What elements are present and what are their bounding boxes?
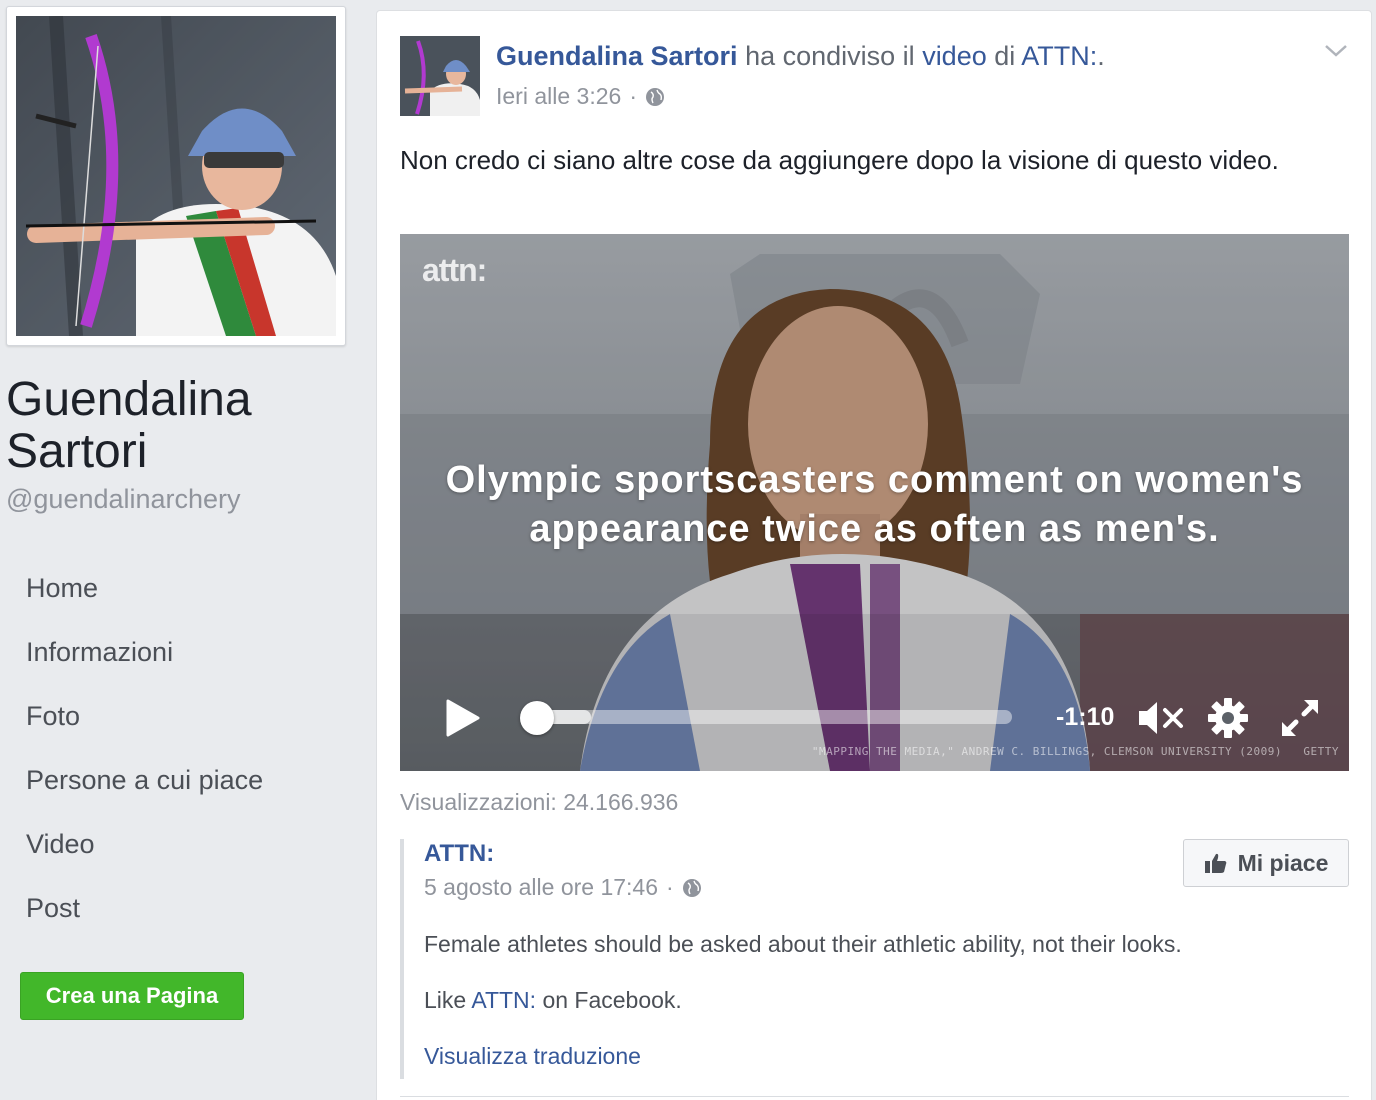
attn-watermark: attn: xyxy=(422,252,487,288)
nav-item-post[interactable]: Post xyxy=(26,878,263,942)
nav-item-informazioni[interactable]: Informazioni xyxy=(26,622,263,686)
view-count: Visualizzazioni: 24.166.936 xyxy=(400,789,679,815)
create-page-button[interactable]: Crea una Pagina xyxy=(20,972,244,1020)
nav-item-home[interactable]: Home xyxy=(26,558,263,622)
seek-bar[interactable] xyxy=(525,710,1012,724)
chevron-down-icon[interactable] xyxy=(1323,41,1349,61)
video-link[interactable]: video xyxy=(922,41,987,71)
like-prefix: Like xyxy=(424,987,467,1013)
like-suffix: on Facebook. xyxy=(542,987,682,1013)
shared-description: Female athletes should be asked about th… xyxy=(424,931,1182,957)
nav-item-persone[interactable]: Persone a cui piace xyxy=(26,750,263,814)
nav-item-video[interactable]: Video xyxy=(26,814,263,878)
nav-item-foto[interactable]: Foto xyxy=(26,686,263,750)
video-player[interactable]: attn: Olympic sportscasters comment on w… xyxy=(400,234,1349,771)
like-source-link[interactable]: ATTN: xyxy=(471,987,536,1013)
page-name: Guendalina Sartori xyxy=(6,373,252,478)
shared-meta: 5 agosto alle ore 17:46 · xyxy=(424,874,702,901)
post-meta: Ieri alle 3:26 · xyxy=(496,83,665,110)
shared-original-post: ATTN: 5 agosto alle ore 17:46 · Mi piace… xyxy=(400,839,1349,1079)
shared-text: ha condiviso il xyxy=(745,41,915,71)
post-message: Non credo ci siano altre cose da aggiung… xyxy=(400,145,1279,175)
period-text: . xyxy=(1097,41,1105,71)
profile-picture[interactable] xyxy=(16,16,336,336)
like-page-button[interactable]: Mi piace xyxy=(1183,839,1349,887)
post-divider xyxy=(400,1096,1349,1097)
shared-source-link[interactable]: ATTN: xyxy=(424,840,494,868)
credits-source: "MAPPING THE MEDIA," ANDREW C. BILLINGS,… xyxy=(811,745,1282,758)
globe-icon[interactable] xyxy=(645,87,665,107)
source-page-link[interactable]: ATTN: xyxy=(1021,41,1097,71)
shared-timestamp[interactable]: 5 agosto alle ore 17:46 xyxy=(424,874,658,901)
meta-separator: · xyxy=(629,83,637,109)
gear-icon[interactable] xyxy=(1206,696,1250,740)
page-nav: Home Informazioni Foto Persone a cui pia… xyxy=(26,558,263,942)
shared-like-line: Like ATTN: on Facebook. xyxy=(424,987,682,1014)
caption-line-2: appearance twice as often as men's. xyxy=(529,508,1220,550)
translate-link[interactable]: Visualizza traduzione xyxy=(424,1043,641,1070)
video-caption: Olympic sportscasters comment on women's… xyxy=(400,456,1349,554)
of-text: di xyxy=(994,41,1016,71)
globe-icon[interactable] xyxy=(682,878,702,898)
like-page-label: Mi piace xyxy=(1237,849,1329,876)
thumbs-up-icon xyxy=(1204,853,1226,873)
credits-getty: GETTY xyxy=(1303,745,1339,758)
author-avatar[interactable] xyxy=(400,36,480,116)
seek-handle[interactable] xyxy=(520,701,554,735)
post-card: Guendalina Sartori ha condiviso il video… xyxy=(376,10,1372,1100)
video-credits: "MAPPING THE MEDIA," ANDREW C. BILLINGS,… xyxy=(812,745,1339,758)
post-author-link[interactable]: Guendalina Sartori xyxy=(496,41,738,71)
post-header: Guendalina Sartori ha condiviso il video… xyxy=(496,41,1105,72)
page-handle: @guendalinarchery xyxy=(6,484,241,514)
play-icon[interactable] xyxy=(445,698,481,738)
profile-picture-frame[interactable] xyxy=(6,6,346,346)
fullscreen-icon[interactable] xyxy=(1278,696,1322,740)
post-timestamp[interactable]: Ieri alle 3:26 xyxy=(496,83,621,110)
muted-volume-icon[interactable] xyxy=(1137,699,1185,737)
caption-line-1: Olympic sportscasters comment on women's xyxy=(445,459,1304,501)
time-remaining: -1:10 xyxy=(1056,703,1115,731)
shared-meta-separator: · xyxy=(666,874,674,900)
page-sidebar: Guendalina Sartori @guendalinarchery Hom… xyxy=(0,0,370,1100)
